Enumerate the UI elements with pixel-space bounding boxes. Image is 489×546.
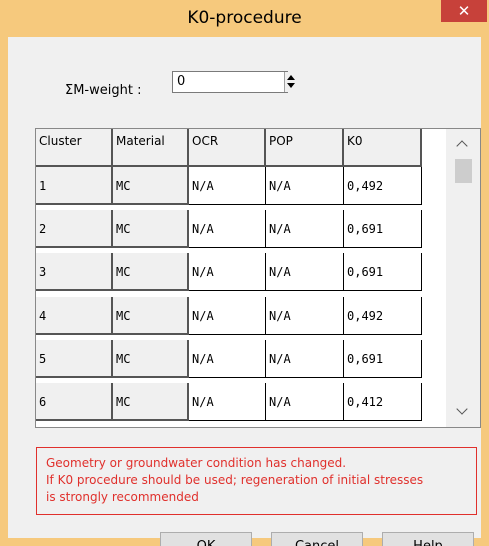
table-row-material[interactable]: MC — [113, 210, 189, 248]
scroll-thumb[interactable] — [455, 159, 472, 183]
table-row-ocr[interactable]: N/A — [189, 297, 266, 335]
warning-line-2: If K0 procedure should be used; regenera… — [46, 473, 424, 487]
table-row-pop[interactable]: N/A — [266, 253, 344, 291]
column-header-k0[interactable]: K0 — [344, 129, 422, 167]
scroll-up-icon[interactable] — [456, 140, 468, 152]
table-row-pop[interactable]: N/A — [266, 210, 344, 248]
dialog-client-area: ΣM-weight : 0 Cluster Material OCR POP K… — [8, 37, 481, 546]
table-row-ocr[interactable]: N/A — [189, 253, 266, 291]
ok-button[interactable]: OK — [160, 532, 252, 546]
table-row-k0[interactable]: 0,691 — [344, 340, 422, 378]
column-header-cluster[interactable]: Cluster — [36, 129, 113, 167]
table-row-material[interactable]: MC — [113, 383, 189, 421]
table-row-material[interactable]: MC — [113, 167, 189, 205]
title-bar[interactable]: K0-procedure ✕ — [0, 0, 489, 37]
table-row-k0[interactable]: 0,492 — [344, 297, 422, 335]
dialog-title: K0-procedure — [187, 8, 302, 28]
warning-line-1: Geometry or groundwater condition has ch… — [46, 456, 347, 470]
table-row-cluster[interactable]: 1 — [36, 167, 113, 205]
table-row-cluster[interactable]: 5 — [36, 340, 113, 378]
table-row-material[interactable]: MC — [113, 340, 189, 378]
table-row-material[interactable]: MC — [113, 253, 189, 291]
table-row-cluster[interactable]: 3 — [36, 253, 113, 291]
table-row-pop[interactable]: N/A — [266, 383, 344, 421]
k0-grid-table: Cluster Material OCR POP K0 1 MC N/A N/A… — [36, 129, 441, 427]
weight-spinner[interactable] — [284, 72, 297, 92]
table-row-ocr[interactable]: N/A — [189, 167, 266, 205]
table-row-ocr[interactable]: N/A — [189, 340, 266, 378]
table-row-k0[interactable]: 0,492 — [344, 167, 422, 205]
table-row-material[interactable]: MC — [113, 297, 189, 335]
column-header-ocr[interactable]: OCR — [189, 129, 266, 167]
sum-m-weight-label: ΣM-weight : — [65, 83, 142, 98]
warning-message: Geometry or groundwater condition has ch… — [36, 447, 477, 515]
grid-vertical-scrollbar[interactable] — [446, 129, 480, 427]
table-row-k0[interactable]: 0,412 — [344, 383, 422, 421]
table-row-pop[interactable]: N/A — [266, 167, 344, 205]
warning-line-3: is strongly recommended — [46, 490, 199, 504]
table-row-k0[interactable]: 0,691 — [344, 253, 422, 291]
column-header-pop[interactable]: POP — [266, 129, 344, 167]
spin-up-icon[interactable] — [287, 75, 295, 80]
table-row-ocr[interactable]: N/A — [189, 210, 266, 248]
spin-down-icon[interactable] — [287, 83, 295, 88]
table-row-pop[interactable]: N/A — [266, 297, 344, 335]
k0-procedure-dialog: K0-procedure ✕ ΣM-weight : 0 Cluster Mat… — [0, 0, 489, 546]
close-button[interactable]: ✕ — [441, 0, 487, 22]
table-row-ocr[interactable]: N/A — [189, 383, 266, 421]
k0-grid[interactable]: Cluster Material OCR POP K0 1 MC N/A N/A… — [35, 128, 481, 428]
cancel-button[interactable]: Cancel — [271, 532, 363, 546]
column-header-material[interactable]: Material — [113, 129, 189, 167]
table-row-cluster[interactable]: 4 — [36, 297, 113, 335]
help-button[interactable]: Help — [382, 532, 474, 546]
table-row-cluster[interactable]: 2 — [36, 210, 113, 248]
table-row-k0[interactable]: 0,691 — [344, 210, 422, 248]
scroll-down-icon[interactable] — [456, 403, 468, 415]
table-row-cluster[interactable]: 6 — [36, 383, 113, 421]
sum-m-weight-input[interactable]: 0 — [172, 71, 288, 93]
table-row-pop[interactable]: N/A — [266, 340, 344, 378]
